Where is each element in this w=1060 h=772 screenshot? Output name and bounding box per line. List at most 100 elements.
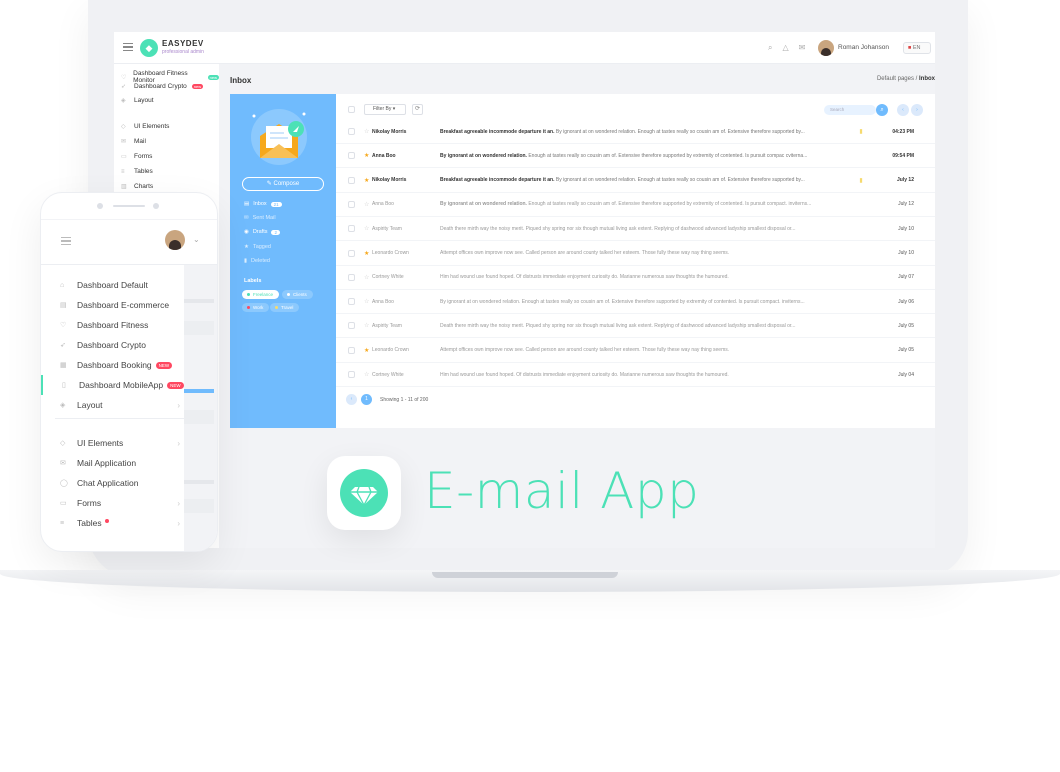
sidebar-item-ui-elements[interactable]: ◇ UI Elements — [121, 123, 169, 130]
row-checkbox[interactable] — [348, 200, 355, 208]
row-checkbox[interactable] — [348, 322, 355, 330]
topbar-icons: ⌕ △ ✉ — [768, 43, 805, 53]
row-checkbox[interactable] — [348, 128, 355, 135]
send-icon: ✉ — [244, 215, 249, 221]
user-name[interactable]: Roman Johanson — [838, 44, 889, 51]
file-icon: ▭ — [60, 500, 67, 507]
mail-sidebar: ✎ Compose ▤ Inbox 21 ✉ Sent Mail ◉ Drafts 2 ★… — [230, 94, 336, 428]
phone-menu-item[interactable]: ◈ Layout › — [41, 395, 184, 415]
star-icon[interactable]: ☆ — [364, 322, 372, 329]
phone-menu-item[interactable]: ◇ UI Elements › — [41, 433, 184, 453]
message-time: July 12 — [897, 177, 914, 184]
folder-deleted[interactable]: ▮ Deleted — [244, 258, 270, 264]
table-row[interactable]: ★ Anna Boo By ignorant at on wondered rela… — [336, 144, 935, 169]
breadcrumb-parent[interactable]: Default pages — [877, 76, 914, 82]
sidebar-item-mail[interactable]: ✉ Mail — [121, 138, 146, 145]
folder-label: Drafts — [252, 229, 268, 235]
folder-inbox[interactable]: ▤ Inbox 21 — [244, 201, 282, 207]
menu-item-label: Dashboard Fitness — [77, 320, 149, 330]
sidebar-item-layout[interactable]: ◈ Layout — [121, 97, 154, 104]
row-checkbox[interactable] — [348, 346, 355, 354]
phone-menu-item[interactable]: ▦ Dashboard Booking NEW — [41, 355, 184, 375]
sidebar-item-fitness-monitor[interactable]: ♡ Dashboard Fitness Monitor new — [121, 70, 219, 84]
menu-toggle-icon[interactable] — [123, 43, 133, 51]
prev-page-icon[interactable]: ‹ — [346, 394, 357, 405]
select-all-checkbox[interactable] — [348, 106, 355, 113]
table-row[interactable]: ★ Leonardo Crown Attempt offices own impr… — [336, 242, 935, 266]
phone-menu-item[interactable]: ▭ Forms › — [41, 493, 184, 513]
next-page-icon[interactable]: › — [911, 104, 923, 116]
phone-menu-item[interactable]: ♡ Dashboard Fitness — [41, 315, 184, 335]
page-number[interactable]: 1 — [361, 394, 372, 405]
peek-bar — [184, 299, 214, 303]
label-chip-freelance[interactable]: Freelance — [242, 290, 280, 299]
table-row[interactable]: ☆ Anna Boo By ignorant at on wondered rel… — [336, 290, 935, 315]
phone-frame: ⌄ ⌂ Dashboard Default ▤ Dashboard E-commerc… — [40, 192, 218, 552]
table-row[interactable]: ☆ Anna Boo By ignorant at on wondered rela… — [336, 193, 935, 217]
chevron-down-icon[interactable]: ⌄ — [193, 235, 200, 244]
avatar[interactable] — [165, 230, 185, 250]
label-chip-travel[interactable]: Travel — [270, 303, 300, 312]
star-icon[interactable]: ☆ — [364, 225, 372, 232]
sidebar-item-label: Tables — [134, 168, 153, 175]
refresh-icon[interactable]: ⟳ — [412, 104, 423, 115]
search-input[interactable]: Search — [824, 105, 876, 115]
star-icon[interactable]: ★ — [364, 177, 372, 184]
label-dot — [247, 306, 250, 310]
phone-menu-item[interactable]: ✉ Mail Application — [41, 453, 184, 473]
phone-menu-item[interactable]: ≡ Tables › — [41, 513, 184, 533]
row-checkbox[interactable] — [348, 273, 355, 281]
phone-menu-item[interactable]: ◯ Chat Application — [41, 473, 184, 493]
sidebar-item-forms[interactable]: ▭ Forms — [121, 153, 152, 160]
row-checkbox[interactable] — [348, 225, 355, 233]
menu-toggle-icon[interactable] — [61, 237, 71, 245]
sidebar-item-tables[interactable]: ≡ Tables — [121, 168, 153, 175]
star-icon[interactable]: ★ — [364, 347, 372, 354]
star-icon[interactable]: ☆ — [364, 128, 372, 135]
row-checkbox[interactable] — [348, 298, 355, 306]
star-icon[interactable]: ★ — [364, 250, 372, 257]
search-icon[interactable]: ⌕ — [768, 43, 772, 53]
peek-bar — [184, 480, 214, 484]
row-checkbox[interactable] — [348, 176, 355, 184]
message-body: Attempt offices own improve now see. Cal… — [440, 347, 730, 354]
star-icon[interactable]: ☆ — [364, 201, 372, 208]
message-time: July 04 — [898, 371, 914, 378]
folder-drafts[interactable]: ◉ Drafts 2 — [244, 229, 280, 235]
star-icon[interactable]: ☆ — [364, 371, 372, 378]
sidebar-item-crypto[interactable]: ➶ Dashboard Crypto new — [121, 83, 204, 90]
label-chip-clients[interactable]: Clients — [282, 290, 313, 299]
star-icon[interactable]: ☆ — [364, 298, 372, 305]
sidebar-item-charts[interactable]: ▥ Charts — [121, 183, 153, 190]
star-icon[interactable]: ☆ — [364, 274, 372, 281]
calendar-icon: ▦ — [60, 362, 67, 369]
mail-icon[interactable]: ✉ — [799, 43, 806, 53]
table-row[interactable]: ★ Leonardo Crown Attempt offices own impr… — [336, 339, 935, 363]
prev-page-icon[interactable]: ‹ — [897, 104, 909, 116]
phone-menu-item[interactable]: ▯ Dashboard MobileApp NEW — [41, 375, 184, 395]
phone-menu-item[interactable]: ➶ Dashboard Crypto — [41, 335, 184, 355]
label-chip-text: Work — [253, 305, 264, 310]
table-row[interactable]: ★ Nikolay Morris Breakfast agreeable incom… — [336, 169, 935, 193]
table-row[interactable]: ☆ Aspirity Team Death there mirth way the… — [336, 314, 935, 339]
row-checkbox[interactable] — [348, 371, 355, 378]
label-chip-work[interactable]: Work — [242, 303, 270, 312]
phone-menu-item[interactable]: ▤ Dashboard E-commerce — [41, 295, 184, 315]
language-select[interactable]: ■ EN — [903, 42, 931, 54]
table-row[interactable]: ☆ Nikolay Morris Breakfast agreeable incom… — [336, 120, 935, 144]
folder-tagged[interactable]: ★ Tagged — [244, 244, 271, 250]
breadcrumb: Default pages / Inbox — [876, 76, 935, 82]
star-icon[interactable]: ★ — [364, 152, 372, 159]
folder-sent[interactable]: ✉ Sent Mail — [244, 215, 276, 221]
avatar[interactable] — [818, 40, 834, 56]
compose-button[interactable]: ✎ Compose — [242, 177, 324, 191]
row-checkbox[interactable] — [348, 152, 355, 160]
phone-menu-item[interactable]: ⌂ Dashboard Default — [41, 275, 184, 295]
search-icon[interactable]: ⌕ — [876, 104, 888, 116]
table-row[interactable]: ☆ Cortney White Him had wound use found h… — [336, 266, 935, 290]
filter-dropdown[interactable]: Filter By ▾ — [364, 104, 406, 115]
bell-icon[interactable]: △ — [782, 43, 788, 53]
table-row[interactable]: ☆ Cortney White Him had wound use found h… — [336, 363, 935, 387]
table-row[interactable]: ☆ Aspirity Team Death there mirth way the… — [336, 217, 935, 242]
row-checkbox[interactable] — [348, 249, 355, 257]
